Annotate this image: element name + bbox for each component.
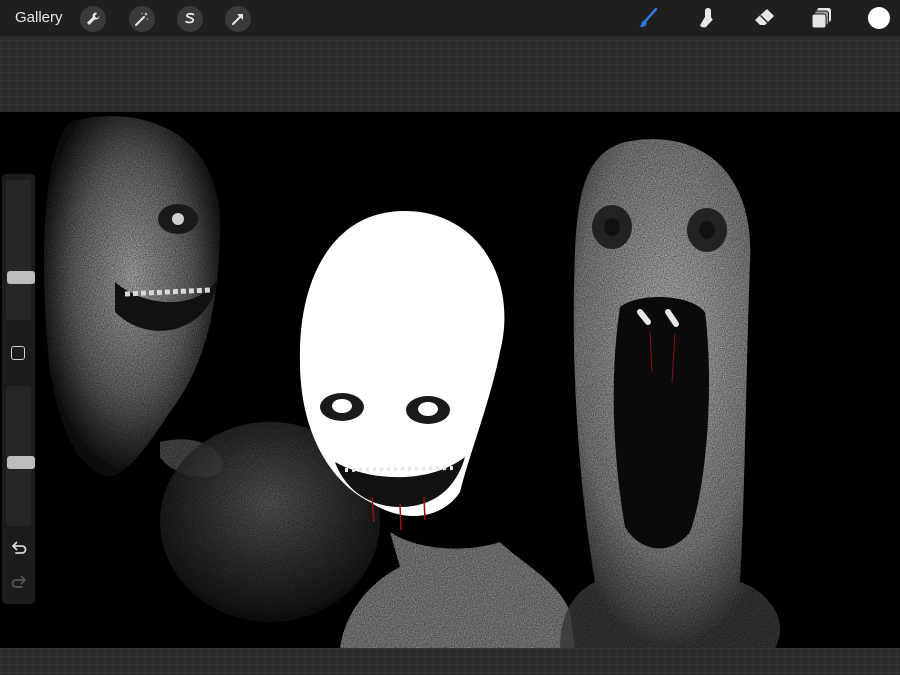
layers-icon: [811, 8, 831, 29]
transform-arrow-icon: [232, 14, 243, 25]
wrench-icon: [87, 12, 100, 25]
undo-button[interactable]: [10, 540, 28, 558]
right-mouth: [613, 296, 710, 549]
brush-tool[interactable]: [636, 6, 660, 30]
left-sidebar: [2, 174, 35, 604]
artwork: [44, 116, 781, 648]
color-picker-button[interactable]: [868, 7, 890, 29]
opacity-handle[interactable]: [7, 456, 35, 469]
redo-icon: [11, 575, 26, 588]
layers-tool[interactable]: [810, 6, 834, 30]
smudge-tool[interactable]: [694, 6, 718, 30]
transform-button[interactable]: [225, 6, 251, 32]
magic-wand-icon: [135, 12, 149, 26]
smudge-icon: [700, 8, 713, 28]
drawing-canvas[interactable]: [0, 112, 900, 648]
modifier-button[interactable]: [11, 346, 25, 360]
eraser-icon: [755, 9, 774, 25]
brush-icon: [639, 7, 658, 27]
selection-s-icon: [185, 12, 195, 24]
selection-button[interactable]: [177, 6, 203, 32]
undo-icon: [12, 541, 27, 554]
gallery-button[interactable]: Gallery: [15, 9, 63, 26]
adjustments-button[interactable]: [129, 6, 155, 32]
brush-size-handle[interactable]: [7, 271, 35, 284]
top-toolbar: Gallery: [0, 0, 900, 36]
opacity-slider[interactable]: [6, 386, 35, 526]
actions-button[interactable]: [80, 6, 106, 32]
eraser-tool[interactable]: [752, 6, 776, 30]
brush-size-slider[interactable]: [6, 180, 35, 320]
redo-button[interactable]: [10, 574, 28, 592]
